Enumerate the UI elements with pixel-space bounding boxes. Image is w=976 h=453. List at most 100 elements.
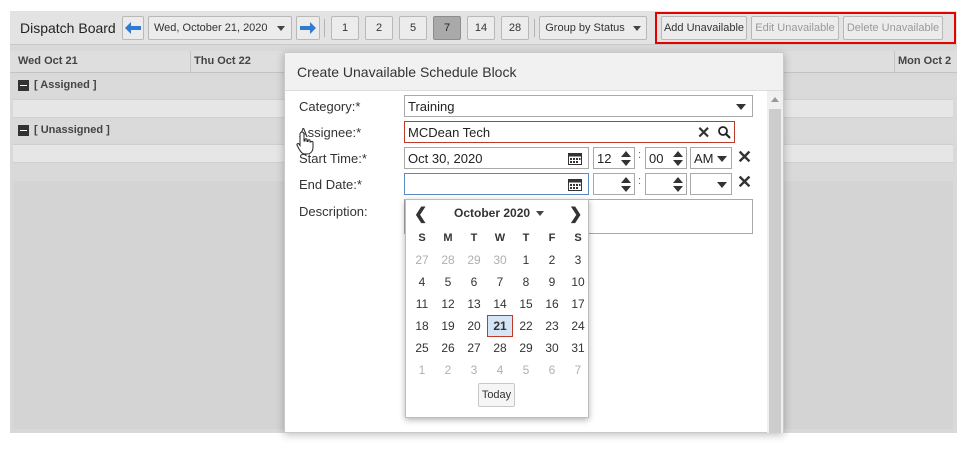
calendar-day[interactable]: 2 [539, 249, 565, 271]
toolbar-separator [534, 19, 535, 37]
category-label: Category:* [299, 99, 361, 114]
start-minute-stepper[interactable]: 00 [645, 147, 687, 169]
assignee-value: MCDean Tech [408, 125, 491, 140]
start-hour-value: 12 [597, 151, 612, 166]
search-icon[interactable] [718, 126, 731, 139]
calendar-day[interactable]: 8 [513, 271, 539, 293]
calendar-day[interactable]: 24 [565, 315, 591, 337]
weekday-header: T [522, 232, 530, 244]
calendar-day[interactable]: 9 [539, 271, 565, 293]
calendar-day[interactable]: 10 [565, 271, 591, 293]
calendar-day[interactable]: 6 [461, 271, 487, 293]
date-dropdown[interactable]: Wed, October 21, 2020 [148, 16, 292, 40]
end-ampm-select[interactable] [690, 173, 732, 195]
calendar-day-selected[interactable]: 21 [487, 315, 513, 337]
calendar-day[interactable]: 31 [565, 337, 591, 359]
calendar-day[interactable]: 1 [409, 359, 435, 381]
calendar-day[interactable]: 23 [539, 315, 565, 337]
spin-down-icon[interactable] [621, 186, 631, 192]
chevron-right-icon[interactable]: ❯ [569, 204, 582, 224]
range-14-button[interactable]: 14 [467, 16, 495, 40]
calendar-day[interactable]: 12 [435, 293, 461, 315]
calendar-day[interactable]: 3 [461, 359, 487, 381]
calendar-day[interactable]: 14 [487, 293, 513, 315]
end-date-input[interactable] [404, 173, 589, 195]
calendar-day[interactable]: 5 [435, 271, 461, 293]
clear-end-icon[interactable]: ✕ [737, 173, 752, 191]
calendar-day[interactable]: 6 [539, 359, 565, 381]
next-arrow-button[interactable] [296, 16, 320, 40]
calendar-day[interactable]: 2 [435, 359, 461, 381]
end-date-label: End Date:* [299, 177, 362, 192]
range-5-button[interactable]: 5 [399, 16, 427, 40]
clear-start-icon[interactable]: ✕ [737, 148, 752, 166]
spin-down-icon[interactable] [673, 186, 683, 192]
collapse-icon[interactable] [18, 125, 29, 136]
calendar-icon[interactable] [568, 152, 582, 165]
calendar-day[interactable]: 29 [461, 249, 487, 271]
end-hour-stepper[interactable] [593, 173, 635, 195]
calendar-day[interactable]: 4 [409, 271, 435, 293]
category-select[interactable]: Training [404, 95, 753, 117]
calendar-day[interactable]: 7 [487, 271, 513, 293]
end-minute-stepper[interactable] [645, 173, 687, 195]
hand-cursor-icon [296, 131, 314, 155]
spin-up-icon[interactable] [673, 177, 683, 183]
calendar-day[interactable]: 27 [409, 249, 435, 271]
month-selector[interactable]: October 2020 [454, 206, 545, 220]
clear-icon[interactable]: ✕ [697, 125, 710, 143]
calendar-day[interactable]: 18 [409, 315, 435, 337]
today-button[interactable]: Today [478, 383, 515, 407]
calendar-day[interactable]: 3 [565, 249, 591, 271]
collapse-icon[interactable] [18, 80, 29, 91]
start-date-input[interactable]: Oct 30, 2020 [404, 147, 589, 169]
calendar-day[interactable]: 1 [513, 249, 539, 271]
start-date-value: Oct 30, 2020 [408, 151, 483, 166]
range-28-button[interactable]: 28 [501, 16, 529, 40]
calendar-day[interactable]: 20 [461, 315, 487, 337]
calendar-day[interactable]: 17 [565, 293, 591, 315]
time-colon: : [638, 175, 642, 187]
calendar-day[interactable]: 13 [461, 293, 487, 315]
assignee-input[interactable]: MCDean Tech ✕ [404, 121, 735, 143]
calendar-day[interactable]: 11 [409, 293, 435, 315]
calendar-day[interactable]: 15 [513, 293, 539, 315]
calendar-day[interactable]: 28 [435, 249, 461, 271]
column-header: Mon Oct 2 [898, 55, 952, 67]
calendar-day[interactable]: 5 [513, 359, 539, 381]
range-1-button[interactable]: 1 [331, 16, 359, 40]
group-by-dropdown[interactable]: Group by Status [539, 16, 647, 40]
calendar-day[interactable]: 19 [435, 315, 461, 337]
calendar-day[interactable]: 30 [487, 249, 513, 271]
calendar-day[interactable]: 7 [565, 359, 591, 381]
calendar-day[interactable]: 16 [539, 293, 565, 315]
calendar-day[interactable]: 29 [513, 337, 539, 359]
calendar-day[interactable]: 22 [513, 315, 539, 337]
range-7-button[interactable]: 7 [433, 16, 461, 40]
calendar-icon[interactable] [568, 178, 582, 191]
calendar-day[interactable]: 27 [461, 337, 487, 359]
spin-up-icon[interactable] [621, 151, 631, 157]
group-by-value: Group by Status [545, 22, 625, 34]
weekday-header: T [470, 232, 478, 244]
calendar-day[interactable]: 4 [487, 359, 513, 381]
dialog-scrollbar[interactable] [767, 91, 783, 433]
start-ampm-select[interactable]: AM [690, 147, 732, 169]
range-2-button[interactable]: 2 [365, 16, 393, 40]
chevron-left-icon[interactable]: ❮ [414, 204, 427, 224]
spin-down-icon[interactable] [621, 160, 631, 166]
scroll-thumb[interactable] [769, 109, 781, 433]
prev-arrow-button[interactable] [122, 16, 144, 40]
spin-up-icon[interactable] [621, 177, 631, 183]
spin-down-icon[interactable] [673, 160, 683, 166]
spin-up-icon[interactable] [673, 151, 683, 157]
start-hour-stepper[interactable]: 12 [593, 147, 635, 169]
weekday-header: S [574, 232, 582, 244]
calendar-day[interactable]: 25 [409, 337, 435, 359]
calendar-day[interactable]: 26 [435, 337, 461, 359]
date-value: Wed, October 21, 2020 [154, 22, 268, 34]
calendar-day[interactable]: 28 [487, 337, 513, 359]
scroll-up-icon[interactable] [771, 97, 779, 102]
calendar-day[interactable]: 30 [539, 337, 565, 359]
column-header: Thu Oct 22 [194, 55, 251, 67]
